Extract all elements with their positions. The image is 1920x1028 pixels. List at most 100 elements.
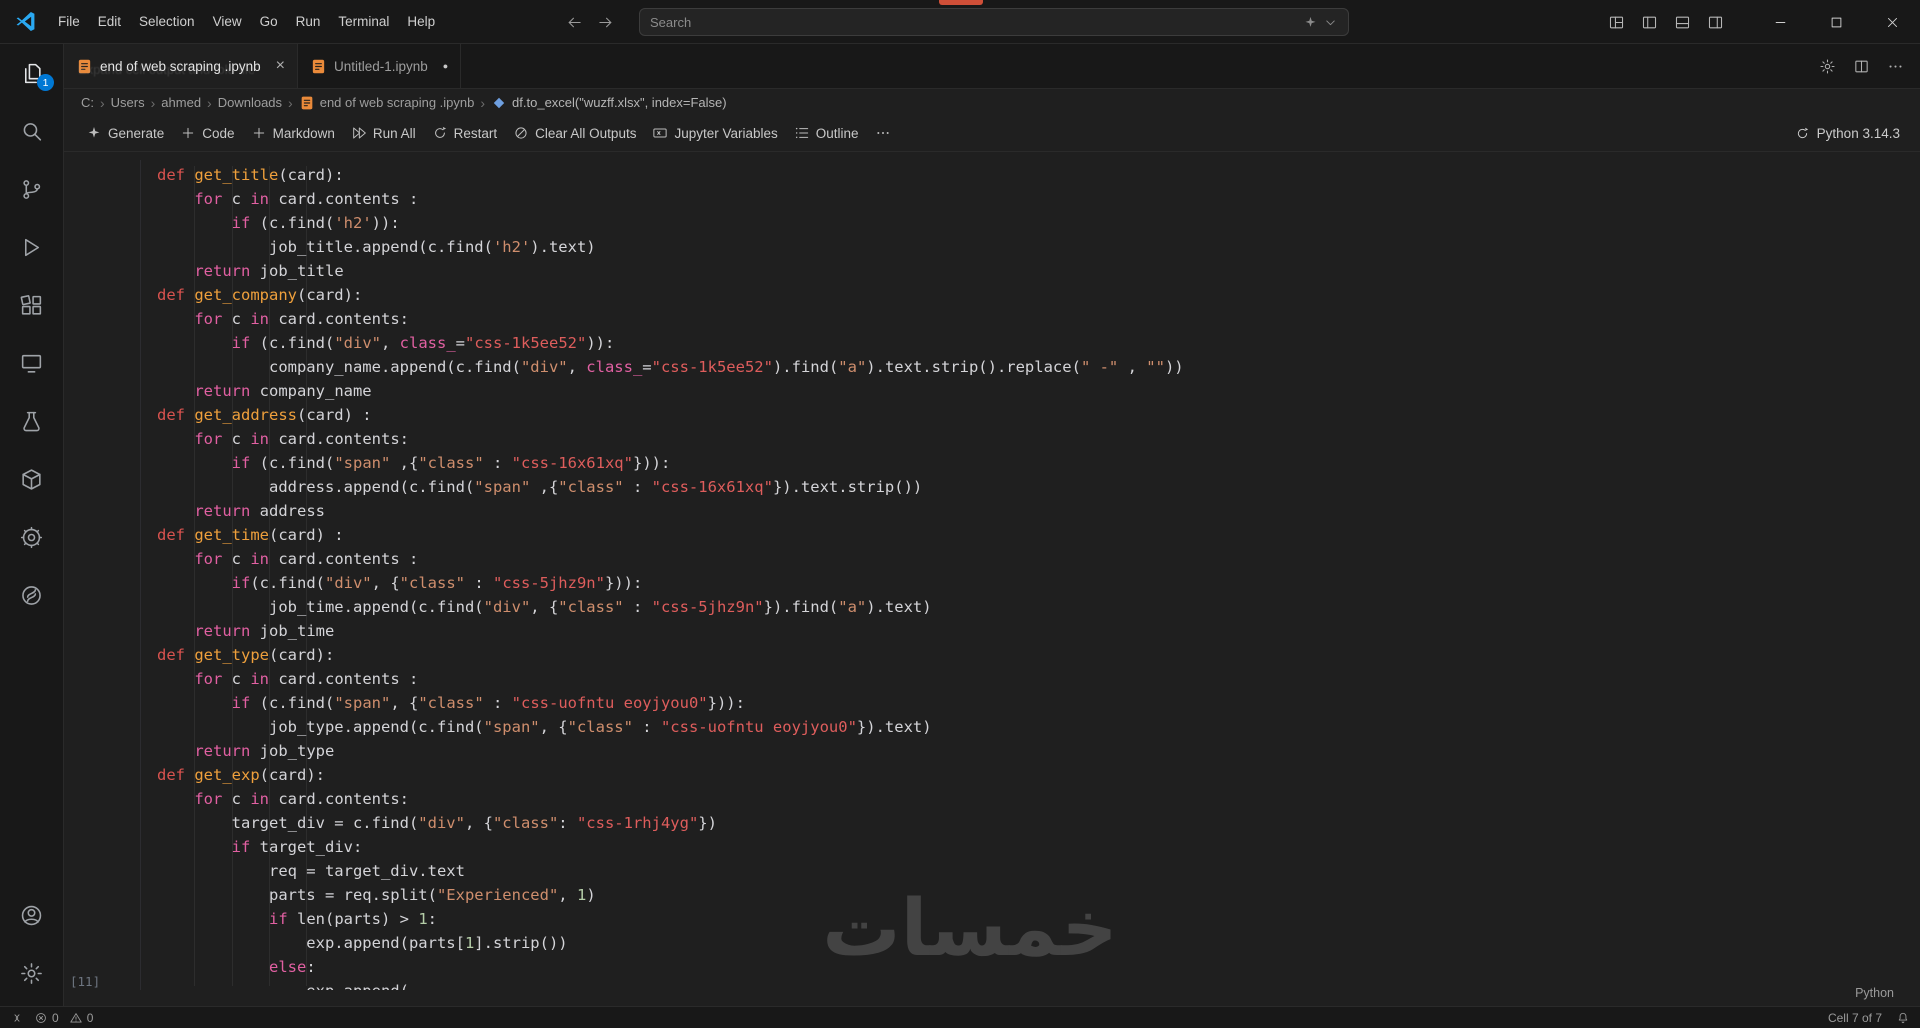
code-line[interactable]: def get_address(card) : (157, 403, 1184, 427)
unsaved-dot-icon[interactable]: ● (443, 61, 448, 71)
toolbar-run-all-button[interactable]: Run All (343, 121, 424, 145)
notebook-file-icon (310, 58, 327, 75)
code-line[interactable]: job_time.append(c.find("div", {"class" :… (157, 595, 1184, 619)
toolbar-jupyter-variables-button[interactable]: Jupyter Variables (644, 121, 785, 145)
status-cell-position[interactable]: Cell 7 of 7 (1828, 1011, 1882, 1025)
close-button[interactable] (1864, 0, 1920, 44)
activity-explorer[interactable]: 1 (0, 44, 63, 102)
customize-layout-icon[interactable] (1608, 14, 1625, 31)
kernel-picker[interactable]: Python 3.14.3 (1795, 126, 1906, 141)
code-line[interactable]: if target_div: (157, 835, 1184, 859)
activity-source-control[interactable] (0, 160, 63, 218)
code-line[interactable]: if (c.find('h2')): (157, 211, 1184, 235)
code-area[interactable]: def get_title(card): for c in card.conte… (157, 163, 1184, 990)
tab-untitled-1-ipynb[interactable]: Untitled-1.ipynb● (298, 44, 461, 88)
maximize-button[interactable] (1808, 0, 1864, 44)
more-icon (875, 125, 891, 141)
code-line[interactable]: def get_exp(card): (157, 763, 1184, 787)
code-line[interactable]: return job_time (157, 619, 1184, 643)
status-remote[interactable] (10, 1011, 24, 1025)
status-warnings[interactable]: 0 (69, 1011, 94, 1025)
cell-language-label[interactable]: Python (1855, 986, 1894, 1000)
activity-python[interactable] (0, 566, 63, 624)
activity-testing[interactable] (0, 392, 63, 450)
toolbar-generate-button[interactable]: Generate (78, 121, 172, 145)
breadcrumb-item[interactable]: end of web scraping .ipynb (299, 95, 475, 111)
forward-icon[interactable] (597, 14, 614, 31)
code-line[interactable]: if (c.find("span", {"class" : "css-uofnt… (157, 691, 1184, 715)
toolbar-label: Generate (108, 126, 164, 141)
code-line[interactable]: target_div = c.find("div", {"class": "cs… (157, 811, 1184, 835)
sync-icon (1795, 126, 1810, 141)
activity-remote-explorer[interactable] (0, 334, 63, 392)
toggle-sidebar-icon[interactable] (1641, 14, 1658, 31)
activity-account[interactable] (0, 886, 63, 944)
code-line[interactable]: return job_type (157, 739, 1184, 763)
code-line[interactable]: company_name.append(c.find("div", class_… (157, 355, 1184, 379)
breadcrumb-item[interactable]: df.to_excel("wuzff.xlsx", index=False) (491, 95, 727, 111)
more-actions-icon[interactable] (1887, 58, 1904, 75)
code-line[interactable]: return address (157, 499, 1184, 523)
code-line[interactable]: job_type.append(c.find("span", {"class" … (157, 715, 1184, 739)
toolbar-code-button[interactable]: Code (172, 121, 242, 145)
code-line[interactable]: address.append(c.find("span" ,{"class" :… (157, 475, 1184, 499)
code-line[interactable]: return job_title (157, 259, 1184, 283)
toggle-panel-icon[interactable] (1674, 14, 1691, 31)
menu-terminal[interactable]: Terminal (329, 9, 398, 34)
activity-extensions[interactable] (0, 276, 63, 334)
menu-run[interactable]: Run (287, 9, 330, 34)
code-line[interactable]: for c in card.contents : (157, 547, 1184, 571)
code-line[interactable]: if (c.find("div", class_="css-1k5ee52"))… (157, 331, 1184, 355)
menu-view[interactable]: View (204, 9, 251, 34)
menu-go[interactable]: Go (251, 9, 287, 34)
breadcrumb-item[interactable]: Users (111, 95, 145, 110)
activity-settings[interactable] (0, 944, 63, 1002)
code-line[interactable]: for c in card.contents: (157, 307, 1184, 331)
menu-help[interactable]: Help (398, 9, 444, 34)
code-line[interactable]: job_title.append(c.find('h2').text) (157, 235, 1184, 259)
activity-packages[interactable] (0, 450, 63, 508)
code-line[interactable]: for c in card.contents: (157, 427, 1184, 451)
toolbar-outline-button[interactable]: Outline (786, 121, 867, 145)
code-line[interactable]: if(c.find("div", {"class" : "css-5jhz9n"… (157, 571, 1184, 595)
chevron-down-icon[interactable] (1323, 15, 1338, 30)
status-errors[interactable]: 0 (34, 1011, 59, 1025)
code-line[interactable]: def get_type(card): (157, 643, 1184, 667)
editor-actions (1819, 44, 1920, 88)
menu-selection[interactable]: Selection (130, 9, 204, 34)
toolbar-more-button[interactable] (867, 121, 899, 145)
code-line[interactable]: def get_company(card): (157, 283, 1184, 307)
code-line[interactable]: for c in card.contents : (157, 667, 1184, 691)
breadcrumb-item[interactable]: Downloads (218, 95, 282, 110)
split-editor-icon[interactable] (1853, 58, 1870, 75)
code-line[interactable]: def get_time(card) : (157, 523, 1184, 547)
code-line[interactable]: if (c.find("span" ,{"class" : "css-16x61… (157, 451, 1184, 475)
notebook-settings-icon[interactable] (1819, 58, 1836, 75)
code-line[interactable]: return company_name (157, 379, 1184, 403)
menu-file[interactable]: File (49, 9, 89, 34)
status-notifications[interactable] (1896, 1011, 1910, 1025)
warning-icon (69, 1011, 83, 1025)
menu-edit[interactable]: Edit (89, 9, 130, 34)
toolbar-clear-all-outputs-button[interactable]: Clear All Outputs (505, 121, 644, 145)
breadcrumb-item[interactable]: C: (81, 95, 94, 110)
copilot-icon[interactable] (1303, 15, 1318, 30)
activity-search[interactable] (0, 102, 63, 160)
search-input[interactable]: Search (639, 8, 1349, 36)
code-line[interactable]: for c in card.contents : (157, 187, 1184, 211)
toolbar-markdown-button[interactable]: Markdown (243, 121, 343, 145)
toolbar-restart-button[interactable]: Restart (424, 121, 506, 145)
code-line[interactable]: def get_title(card): (157, 163, 1184, 187)
tab-end-of-web-scraping-ipynb[interactable]: end of web scraping .ipynb× (64, 44, 298, 88)
activity-gear-circle[interactable] (0, 508, 63, 566)
minimize-button[interactable] (1752, 0, 1808, 44)
breadcrumb-item[interactable]: ahmed (161, 95, 201, 110)
tab-close-icon[interactable]: × (276, 58, 285, 74)
code-line[interactable]: req = target_div.text (157, 859, 1184, 883)
activity-run-debug[interactable] (0, 218, 63, 276)
breadcrumb-label: Downloads (218, 95, 282, 110)
code-line[interactable]: for c in card.contents: (157, 787, 1184, 811)
code-line[interactable]: exp.append( (157, 979, 1184, 990)
toggle-secondary-sidebar-icon[interactable] (1707, 14, 1724, 31)
back-icon[interactable] (566, 14, 583, 31)
